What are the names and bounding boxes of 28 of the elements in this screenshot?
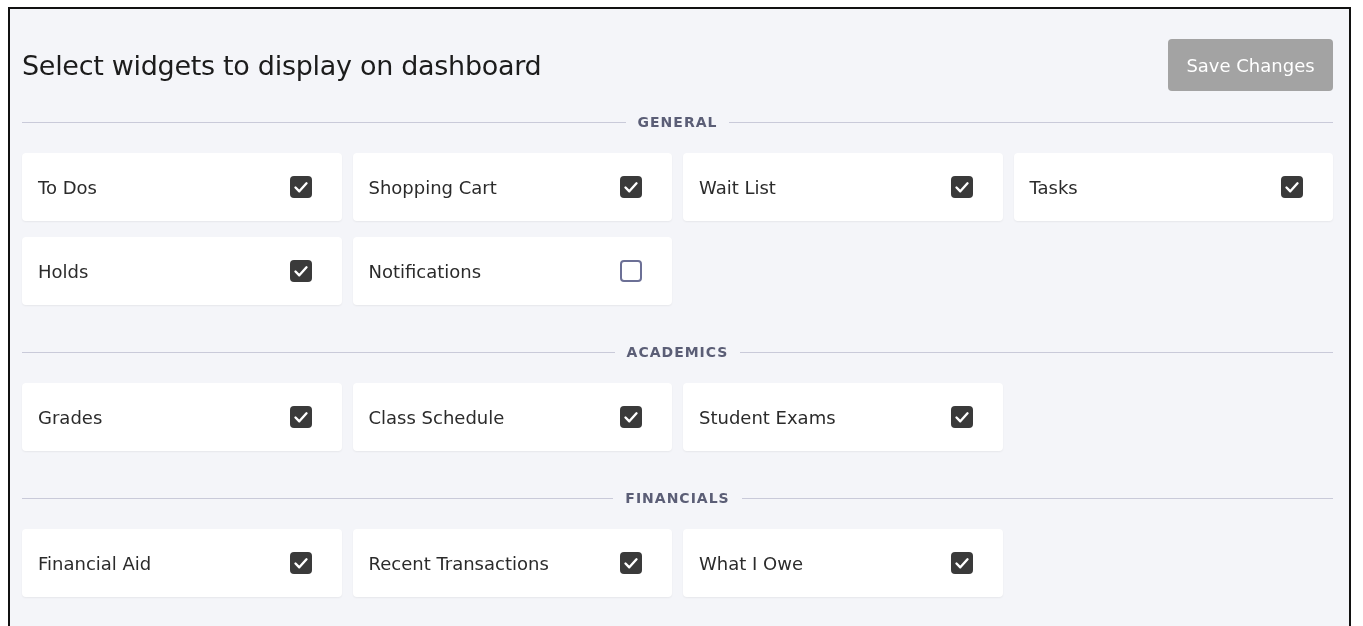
- widget-label: To Dos: [38, 176, 97, 198]
- page-title: Select widgets to display on dashboard: [22, 49, 542, 81]
- widget-label: What I Owe: [699, 552, 803, 574]
- checkbox[interactable]: [620, 260, 642, 282]
- checkbox[interactable]: [1281, 176, 1303, 198]
- checkbox[interactable]: [620, 176, 642, 198]
- checkbox[interactable]: [289, 552, 312, 574]
- widget-label: Tasks: [1029, 176, 1078, 198]
- checkbox[interactable]: [289, 260, 312, 282]
- widget-label: Class Schedule: [368, 406, 505, 428]
- widget-label: Grades: [38, 406, 103, 428]
- checkbox[interactable]: [289, 176, 312, 198]
- section-heading: GENERAL: [637, 114, 718, 130]
- checkbox[interactable]: [620, 406, 642, 428]
- widget-label: Shopping Cart: [368, 176, 497, 198]
- widget-label: Holds: [38, 260, 89, 282]
- widget-label: Recent Transactions: [368, 552, 549, 574]
- section-heading: ACADEMICS: [626, 344, 729, 360]
- widget-label: Wait List: [699, 176, 776, 198]
- checkbox[interactable]: [950, 552, 973, 574]
- checkbox[interactable]: [950, 406, 973, 428]
- widget-label: Financial Aid: [38, 552, 152, 574]
- widget-label: Student Exams: [699, 406, 836, 428]
- widget-label: Notifications: [368, 260, 482, 282]
- checkbox[interactable]: [950, 176, 973, 198]
- checkbox[interactable]: [289, 406, 312, 428]
- checkbox[interactable]: [620, 552, 642, 574]
- section-heading: FINANCIALS: [625, 490, 730, 506]
